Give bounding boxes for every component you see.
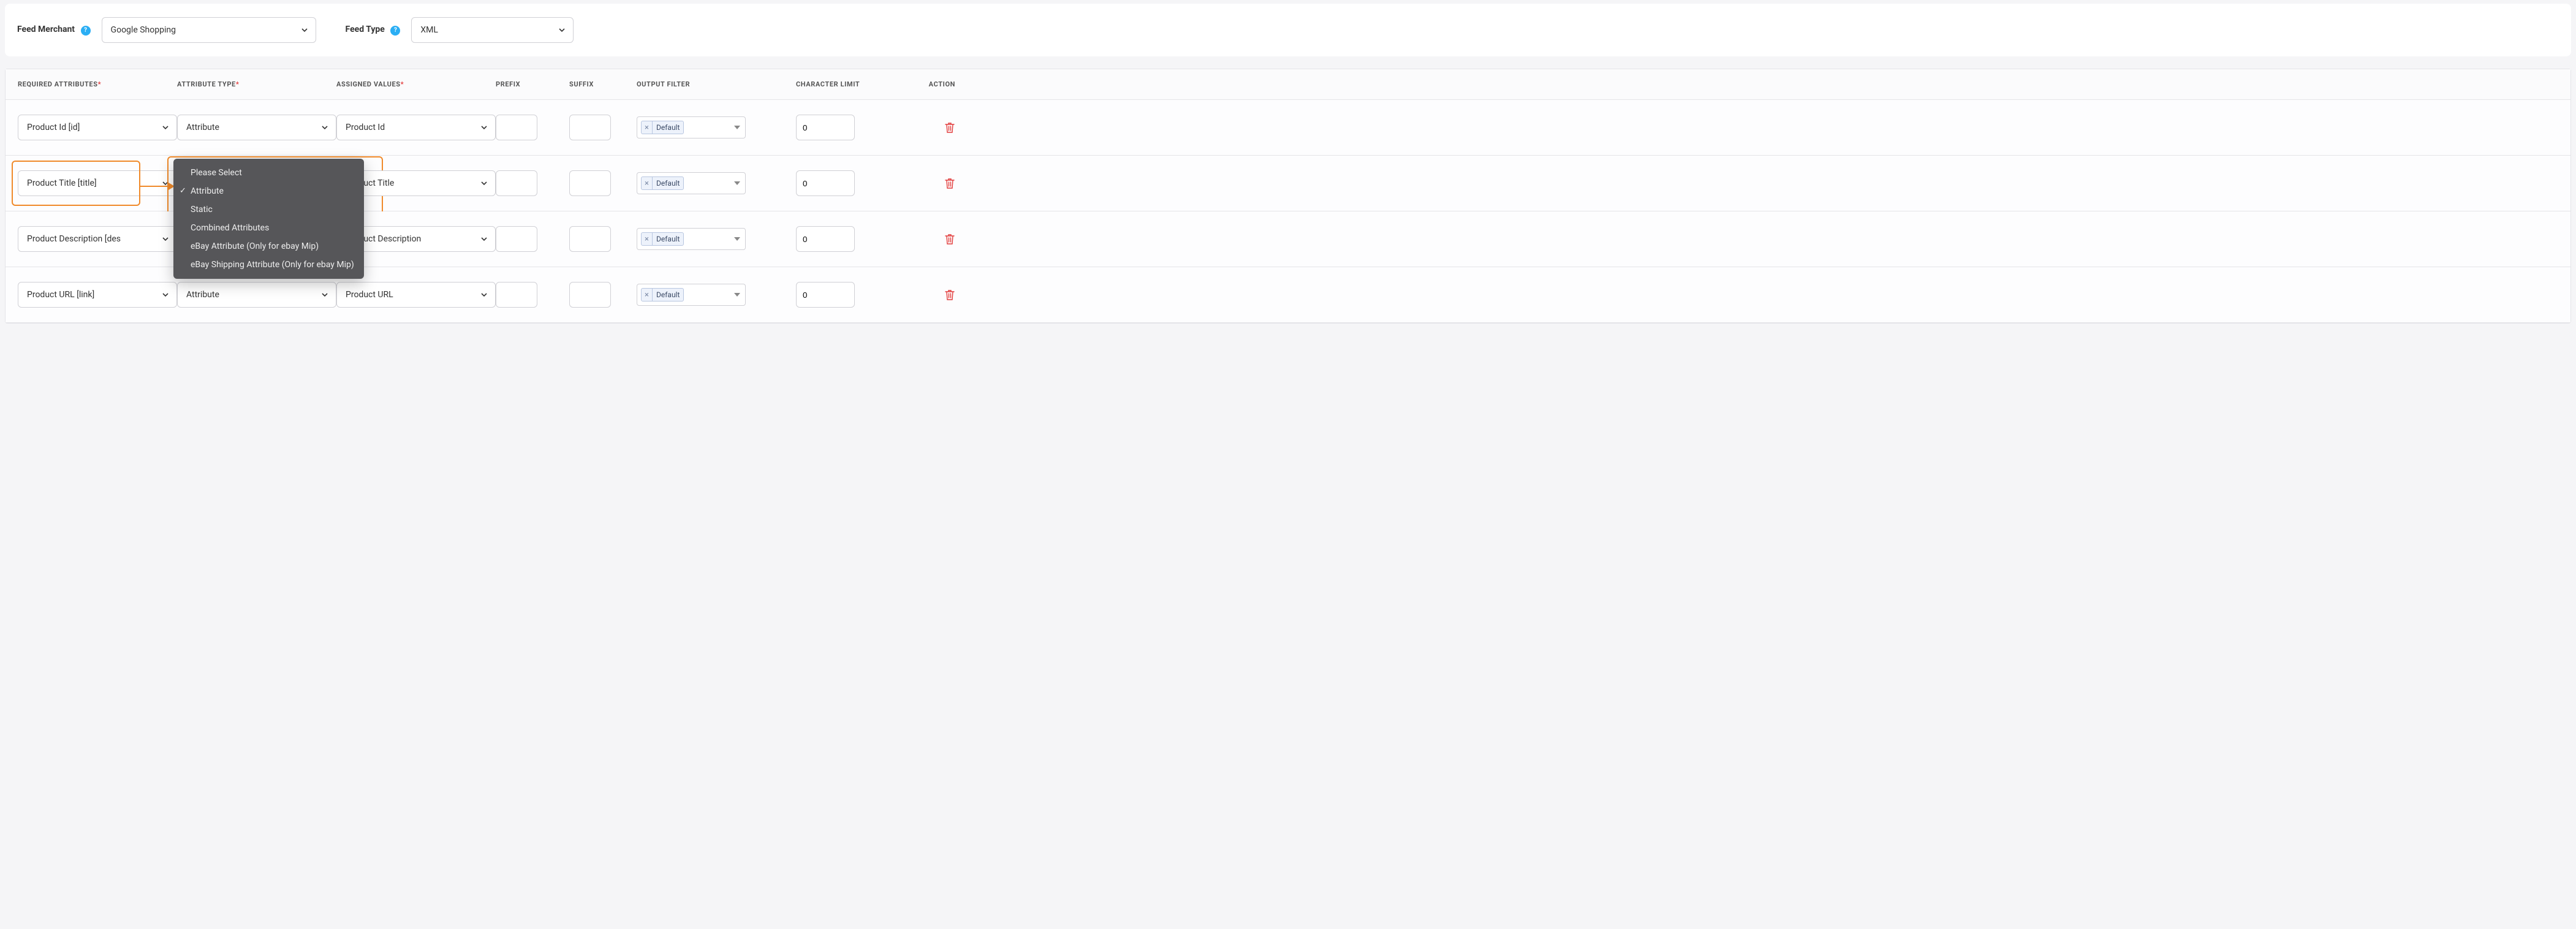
caret-down-icon <box>734 181 740 185</box>
th-output-filter: OUTPUT FILTER <box>637 80 796 88</box>
th-prefix: PREFIX <box>496 80 569 88</box>
prefix-input[interactable] <box>496 170 537 196</box>
th-required-attributes: REQUIRED ATTRIBUTES* <box>18 80 177 88</box>
top-config-bar: Feed Merchant ? Google Shopping Feed Typ… <box>5 4 2571 56</box>
chevron-down-icon <box>321 124 328 131</box>
help-icon[interactable]: ? <box>390 26 400 36</box>
filter-tag: ×Default <box>641 121 684 134</box>
chevron-down-icon <box>480 291 488 298</box>
filter-tag-label: Default <box>656 290 680 299</box>
th-character-limit: CHARACTER LIMIT <box>796 80 906 88</box>
required-attribute-select[interactable]: Product URL [link] <box>18 282 177 308</box>
required-attribute-value: Product Title [title] <box>27 178 97 188</box>
chevron-down-icon <box>162 124 169 131</box>
delete-button[interactable] <box>944 177 955 189</box>
feed-type-label-text: Feed Type <box>346 25 385 34</box>
output-filter-select[interactable]: ×Default <box>637 116 746 138</box>
attribute-type-dropdown[interactable]: Please SelectAttributeStaticCombined Att… <box>173 159 364 279</box>
close-icon[interactable]: × <box>642 121 653 134</box>
dropdown-option[interactable]: Attribute <box>173 182 364 200</box>
table-header: REQUIRED ATTRIBUTES* ATTRIBUTE TYPE* ASS… <box>6 69 2570 100</box>
filter-tag: ×Default <box>641 288 684 301</box>
table-row: Product Id [id] Attribute Product Id ×Defau… <box>6 100 2570 156</box>
chevron-down-icon <box>301 26 308 34</box>
chevron-down-icon <box>321 291 328 298</box>
feed-merchant-label: Feed Merchant ? <box>17 25 91 36</box>
delete-button[interactable] <box>944 289 955 301</box>
dropdown-option[interactable]: eBay Shipping Attribute (Only for ebay M… <box>173 256 364 274</box>
prefix-input[interactable] <box>496 282 537 308</box>
filter-tag-label: Default <box>656 179 680 188</box>
character-limit-input[interactable] <box>796 226 855 252</box>
required-attribute-value: Product Description [des <box>27 234 121 244</box>
filter-tag: ×Default <box>641 232 684 246</box>
required-attribute-value: Product Id [id] <box>27 123 80 132</box>
dropdown-option[interactable]: eBay Attribute (Only for ebay Mip) <box>173 237 364 256</box>
delete-button[interactable] <box>944 233 955 245</box>
caret-down-icon <box>734 126 740 129</box>
prefix-input[interactable] <box>496 115 537 140</box>
character-limit-input[interactable] <box>796 282 855 308</box>
character-limit-input[interactable] <box>796 115 855 140</box>
assigned-value-text: Product Id <box>346 123 385 132</box>
delete-button[interactable] <box>944 121 955 134</box>
chevron-down-icon <box>480 235 488 243</box>
required-attribute-select[interactable]: Product Id [id] <box>18 115 177 140</box>
feed-merchant-select[interactable]: Google Shopping <box>102 17 316 43</box>
close-icon[interactable]: × <box>642 232 653 246</box>
attribute-type-select[interactable]: Attribute <box>177 115 336 140</box>
output-filter-select[interactable]: ×Default <box>637 284 746 306</box>
required-attribute-value: Product URL [link] <box>27 290 94 300</box>
chevron-down-icon <box>162 235 169 243</box>
chevron-down-icon <box>558 26 566 34</box>
feed-merchant-label-text: Feed Merchant <box>17 25 75 34</box>
feed-merchant-group: Feed Merchant ? Google Shopping <box>17 17 316 43</box>
close-icon[interactable]: × <box>642 288 653 301</box>
suffix-input[interactable] <box>569 115 611 140</box>
help-icon[interactable]: ? <box>81 26 91 36</box>
feed-merchant-value: Google Shopping <box>111 25 176 35</box>
caret-down-icon <box>734 237 740 241</box>
table-row: Product Title [title] Please SelectAttrib… <box>6 156 2570 211</box>
suffix-input[interactable] <box>569 170 611 196</box>
feed-type-group: Feed Type ? XML <box>346 17 574 43</box>
th-assigned-values: ASSIGNED VALUES* <box>336 80 496 88</box>
assigned-value-select[interactable]: Product URL <box>336 282 496 308</box>
close-icon[interactable]: × <box>642 176 653 190</box>
suffix-input[interactable] <box>569 226 611 252</box>
chevron-down-icon <box>162 291 169 298</box>
attribute-type-value: Attribute <box>186 123 219 132</box>
th-action: ACTION <box>906 80 955 88</box>
table-row: Product URL [link] Attribute Product URL ×D… <box>6 267 2570 323</box>
assigned-value-select[interactable]: Product Id <box>336 115 496 140</box>
filter-tag-label: Default <box>656 123 680 132</box>
feed-type-label: Feed Type ? <box>346 25 401 36</box>
chevron-down-icon <box>480 124 488 131</box>
dropdown-option[interactable]: Combined Attributes <box>173 219 364 237</box>
chevron-down-icon <box>480 180 488 187</box>
attribute-type-select[interactable]: Attribute <box>177 282 336 308</box>
attribute-type-value: Attribute <box>186 290 219 300</box>
character-limit-input[interactable] <box>796 170 855 196</box>
feed-type-value: XML <box>420 25 438 35</box>
th-suffix: SUFFIX <box>569 80 637 88</box>
dropdown-option[interactable]: Static <box>173 200 364 219</box>
th-attribute-type: ATTRIBUTE TYPE* <box>177 80 336 88</box>
suffix-input[interactable] <box>569 282 611 308</box>
output-filter-select[interactable]: ×Default <box>637 228 746 250</box>
caret-down-icon <box>734 293 740 297</box>
assigned-value-text: Product URL <box>346 290 393 300</box>
filter-tag: ×Default <box>641 176 684 190</box>
table-row: Product Description [desAttributeProduct… <box>6 211 2570 267</box>
required-attribute-select[interactable]: Product Description [des <box>18 226 177 252</box>
filter-tag-label: Default <box>656 235 680 243</box>
attributes-table: REQUIRED ATTRIBUTES* ATTRIBUTE TYPE* ASS… <box>5 69 2571 324</box>
prefix-input[interactable] <box>496 226 537 252</box>
dropdown-option[interactable]: Please Select <box>173 164 364 182</box>
feed-type-select[interactable]: XML <box>411 17 574 43</box>
output-filter-select[interactable]: ×Default <box>637 172 746 194</box>
